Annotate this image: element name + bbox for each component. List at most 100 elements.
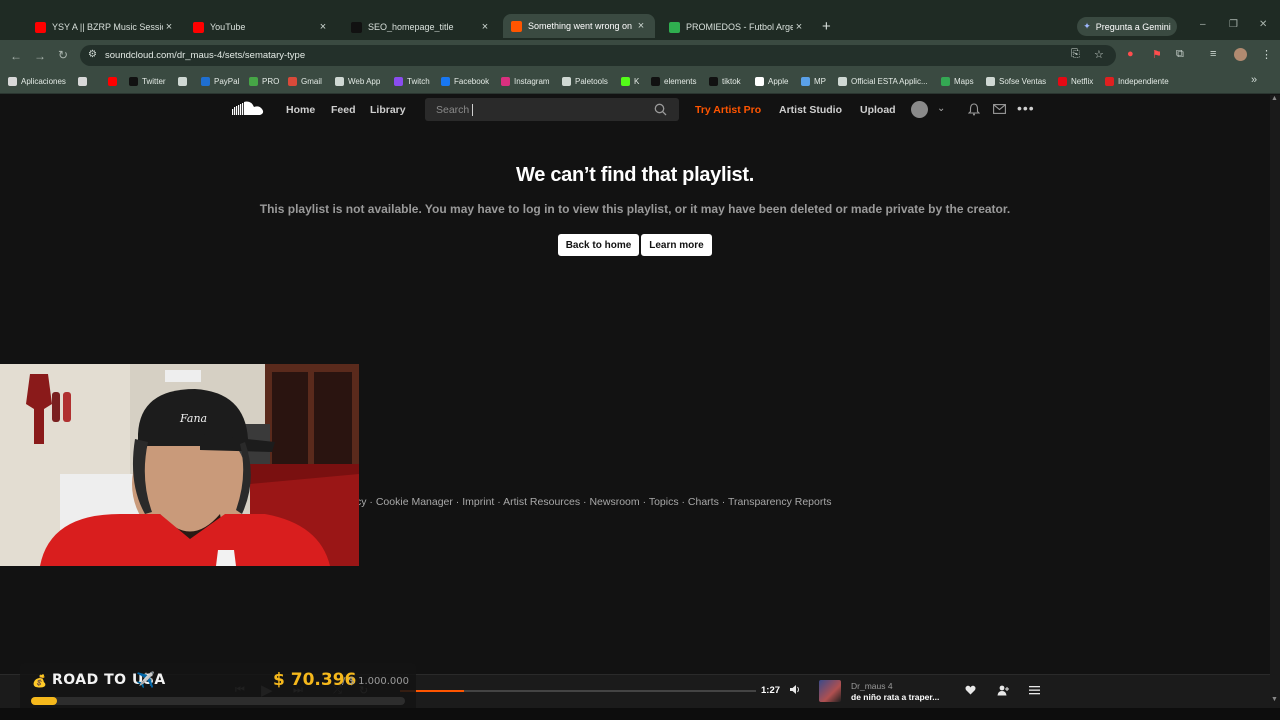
footer-link[interactable]: Cookie Manager [376, 496, 453, 508]
queue-icon[interactable] [1029, 685, 1040, 695]
browser-tab[interactable]: SEO_homepage_title × [343, 16, 499, 38]
tab-close-icon[interactable]: × [635, 20, 647, 32]
promiedos-icon [669, 21, 680, 33]
profile-avatar[interactable] [1234, 48, 1247, 61]
bookmark-item[interactable]: Sofse Ventas [986, 75, 1046, 87]
footer-link[interactable]: Topics [649, 496, 679, 508]
tab-close-icon[interactable]: × [479, 21, 491, 33]
back-to-home-button[interactable]: Back to home [558, 234, 639, 256]
bookmark-item[interactable]: Web App [335, 75, 380, 87]
bookmark-item[interactable]: Instagram [501, 75, 550, 87]
follow-user-icon[interactable] [997, 685, 1009, 696]
browser-tab[interactable]: Something went wrong on Sou× [503, 14, 655, 38]
tab-close-icon[interactable]: × [317, 21, 329, 33]
footer-link[interactable]: Transparency Reports [728, 496, 832, 508]
bookmark-item[interactable]: PRO [249, 75, 279, 87]
try-artist-pro-link[interactable]: Try Artist Pro [695, 104, 761, 116]
site-info-icon[interactable]: ⚙ [88, 49, 97, 60]
minimize-icon[interactable]: – [1200, 19, 1206, 30]
track-cover[interactable] [819, 680, 841, 702]
extension-red-icon[interactable]: ● [1127, 48, 1134, 60]
restore-icon[interactable]: ❐ [1229, 19, 1238, 30]
bookmark-item[interactable]: tiktok [709, 75, 741, 87]
bookmark-item[interactable]: Twitch [394, 75, 430, 87]
url-text[interactable]: soundcloud.com/dr_maus-4/sets/sematary-t… [105, 50, 305, 61]
browser-tab[interactable]: YouTube × [185, 16, 337, 38]
chrome-menu-icon[interactable]: ⋮ [1261, 48, 1272, 61]
search-input[interactable] [436, 103, 636, 117]
bell-icon[interactable] [968, 103, 980, 116]
artist-studio-link[interactable]: Artist Studio [779, 104, 842, 116]
more-bookmarks-icon[interactable]: » [1251, 74, 1257, 86]
bookmark-item[interactable]: Apple [755, 75, 788, 87]
scroll-down-icon[interactable]: ▼ [1271, 696, 1278, 703]
bookmark-label: tiktok [722, 76, 741, 86]
reading-list-icon[interactable]: ≡ [1210, 48, 1216, 60]
tab-title: YSY A || BZRP Music Sessions # [52, 22, 163, 32]
bookmark-favicon-icon [755, 76, 764, 86]
bookmark-star-icon[interactable]: ☆ [1094, 48, 1104, 61]
bookmark-item[interactable]: Maps [941, 75, 974, 87]
scroll-up-icon[interactable]: ▲ [1271, 95, 1278, 102]
bookmark-favicon-icon [801, 76, 810, 86]
bookmark-item[interactable]: PayPal [201, 75, 239, 87]
footer-link[interactable]: Artist Resources [503, 496, 580, 508]
user-avatar[interactable] [911, 101, 928, 118]
bookmark-item[interactable]: K [621, 75, 639, 87]
bookmark-label: Twitter [142, 76, 166, 86]
extension-pro-icon[interactable]: ⚑ [1152, 48, 1162, 61]
footer-separator: · [718, 496, 729, 508]
bookmark-item[interactable]: MP [801, 75, 826, 87]
bookmark-item[interactable]: Twitter [129, 75, 166, 87]
reload-icon[interactable]: ↻ [58, 48, 68, 62]
tab-close-icon[interactable]: × [163, 21, 175, 33]
search-icon[interactable] [654, 103, 667, 116]
like-heart-icon[interactable] [965, 685, 976, 695]
upload-link[interactable]: Upload [860, 104, 896, 116]
volume-icon[interactable] [789, 684, 801, 695]
install-app-icon[interactable]: ⎘ [1071, 48, 1080, 61]
bookmark-item[interactable]: elements [651, 75, 696, 87]
tab-title: Something went wrong on Sou [528, 21, 635, 31]
bookmark-label: Independiente [1118, 76, 1169, 86]
bookmark-item[interactable]: Independiente [1105, 75, 1169, 87]
soundcloud-logo-icon[interactable] [232, 101, 266, 117]
learn-more-button[interactable]: Learn more [641, 234, 712, 256]
page-scrollbar[interactable] [1270, 95, 1280, 708]
nav-home[interactable]: Home [286, 104, 315, 116]
bookmark-item[interactable]: Gmail [288, 75, 322, 87]
back-icon[interactable]: ← [10, 49, 22, 63]
bookmark-favicon-icon [129, 76, 138, 86]
track-title[interactable]: de niño rata a traper... [851, 692, 939, 702]
bookmark-item[interactable]: Netflix [1058, 75, 1093, 87]
bookmark-item[interactable]: Aplicaciones [8, 75, 66, 87]
nav-library[interactable]: Library [370, 104, 406, 116]
nav-feed[interactable]: Feed [331, 104, 356, 116]
mail-icon[interactable] [993, 104, 1006, 114]
more-options-icon[interactable]: ••• [1017, 100, 1035, 116]
close-window-icon[interactable]: ✕ [1259, 19, 1267, 30]
bookmark-label: Twitch [407, 76, 430, 86]
bookmark-label: Official ESTA Applic... [851, 76, 928, 86]
new-tab-button[interactable]: + [822, 18, 831, 35]
bookmark-item[interactable] [108, 75, 121, 87]
forward-icon[interactable]: → [34, 49, 46, 63]
gemini-label: Pregunta a Gemini [1095, 21, 1171, 32]
tab-close-icon[interactable]: × [793, 21, 805, 33]
footer-link[interactable]: Charts [688, 496, 719, 508]
browser-tab[interactable]: YSY A || BZRP Music Sessions #× [27, 16, 183, 38]
soundcloud-icon [511, 20, 522, 32]
footer-link[interactable]: Newsroom [589, 496, 639, 508]
bookmark-item[interactable]: Paletools [562, 75, 608, 87]
bookmark-item[interactable] [178, 75, 191, 87]
footer-link[interactable]: Imprint [462, 496, 494, 508]
bookmark-item[interactable] [78, 75, 91, 87]
track-artist[interactable]: Dr_maus 4 [851, 681, 893, 691]
extensions-icon[interactable]: ⧉ [1176, 48, 1184, 61]
gemini-button[interactable]: ✦ Pregunta a Gemini [1077, 17, 1177, 36]
goal-progress-fill [31, 697, 57, 705]
bookmark-item[interactable]: Facebook [441, 75, 489, 87]
bookmark-item[interactable]: Official ESTA Applic... [838, 75, 928, 87]
browser-tab[interactable]: PROMIEDOS - Futbol Argentino× [661, 16, 813, 38]
chevron-down-icon[interactable]: ⌄ [937, 103, 945, 114]
